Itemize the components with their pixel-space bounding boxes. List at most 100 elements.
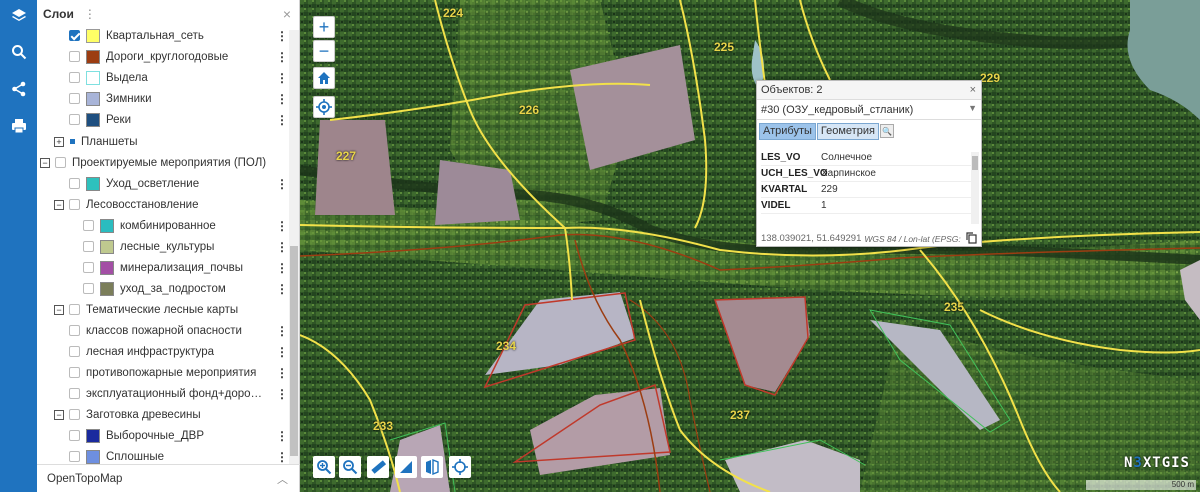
layer-menu-icon[interactable]: ⋮ [276, 240, 288, 254]
layer-checkbox[interactable] [69, 430, 80, 441]
scrollbar-thumb[interactable] [290, 246, 298, 456]
area-measure-button[interactable] [395, 456, 417, 478]
search-button[interactable] [0, 44, 37, 74]
layer-item[interactable]: Уход_осветление ⋮ [37, 173, 288, 194]
layer-menu-icon[interactable]: ⋮ [276, 29, 288, 43]
chevron-up-icon[interactable]: ︿ [277, 471, 288, 487]
layer-checkbox[interactable] [83, 220, 94, 231]
layer-menu-icon[interactable]: ⋮ [276, 177, 288, 191]
plus-icon: + [318, 17, 330, 37]
group-checkbox[interactable] [69, 304, 80, 315]
group-checkbox[interactable] [55, 157, 66, 168]
layer-checkbox[interactable] [83, 241, 94, 252]
layer-checkbox[interactable] [69, 451, 80, 462]
layer-item[interactable]: противопожарные мероприятия ⋮ [37, 362, 288, 383]
layer-menu-icon[interactable]: ⋮ [276, 387, 288, 401]
layer-item[interactable]: Квартальная_сеть ⋮ [37, 25, 288, 46]
compare-button[interactable] [421, 456, 443, 478]
layer-checkbox[interactable] [69, 114, 80, 125]
layer-group[interactable]: − Тематические лесные карты [37, 299, 288, 320]
layer-menu-icon[interactable]: ⋮ [276, 282, 288, 296]
layer-label: Реки [106, 113, 132, 126]
group-checkbox[interactable] [69, 409, 80, 420]
layer-checkbox[interactable] [69, 388, 80, 399]
layer-checkbox[interactable] [69, 178, 80, 189]
layer-checkbox[interactable] [69, 325, 80, 336]
layer-menu-icon[interactable]: ⋮ [276, 324, 288, 338]
layer-menu-icon[interactable]: ⋮ [276, 345, 288, 359]
group-checkbox[interactable] [69, 199, 80, 210]
layer-item[interactable]: классов пожарной опасности ⋮ [37, 320, 288, 341]
map-view[interactable]: 224 225 226 227 228 229 233 234 235 237 … [300, 0, 1200, 492]
zoom-in-button[interactable]: + [313, 16, 335, 38]
layer-menu-icon[interactable]: ⋮ [276, 92, 288, 106]
popup-close-icon[interactable]: × [970, 84, 976, 96]
layer-checkbox[interactable] [69, 51, 80, 62]
quarter-label: 229 [980, 71, 1001, 85]
layer-swatch [86, 449, 100, 464]
layer-menu-icon[interactable]: ⋮ [276, 366, 288, 380]
layer-menu-icon[interactable]: ⋮ [276, 261, 288, 275]
copy-icon[interactable] [966, 232, 977, 244]
layers-button[interactable] [0, 7, 37, 37]
basemap-selector[interactable]: OpenTopoMap ︿ [37, 464, 300, 492]
dropdown-arrow-icon[interactable]: ▼ [968, 103, 977, 113]
collapse-toggle-icon[interactable]: − [54, 409, 64, 420]
print-button[interactable] [0, 118, 37, 148]
layer-checkbox[interactable] [69, 93, 80, 104]
zoom-to-feature-icon[interactable]: 🔍 [879, 124, 894, 138]
layer-menu-icon[interactable]: ⋮ [276, 450, 288, 464]
layer-menu-icon[interactable]: ⋮ [276, 113, 288, 127]
target-button[interactable] [449, 456, 471, 478]
layer-item[interactable]: лесные_культуры ⋮ [37, 236, 288, 257]
layer-item[interactable]: комбинированное ⋮ [37, 215, 288, 236]
feature-select-value: #30 (ОЗУ_кедровый_стланик) [761, 103, 914, 116]
tab-geometry[interactable]: Геометрия [816, 122, 879, 140]
attribute-scrollbar[interactable] [971, 152, 979, 224]
share-button[interactable] [0, 81, 37, 111]
layer-swatch [86, 176, 100, 191]
collapse-toggle-icon[interactable]: − [40, 157, 50, 168]
collapse-toggle-icon[interactable]: − [54, 304, 64, 315]
panel-close-icon[interactable]: × [283, 6, 291, 22]
locate-button[interactable] [313, 96, 335, 118]
layer-item[interactable]: Дороги_круглогодовые ⋮ [37, 46, 288, 67]
home-button[interactable] [313, 67, 335, 89]
share-icon [11, 81, 25, 97]
layer-item[interactable]: минерализация_почвы ⋮ [37, 257, 288, 278]
ruler-button[interactable] [367, 456, 389, 478]
zoom-out-tool-button[interactable] [339, 456, 361, 478]
zoom-in-tool-button[interactable] [313, 456, 335, 478]
panel-menu-icon[interactable]: ⋮ [84, 7, 96, 21]
collapse-toggle-icon[interactable]: − [54, 199, 64, 210]
layer-menu-icon[interactable]: ⋮ [276, 219, 288, 233]
layer-item[interactable]: Сплошные ⋮ [37, 446, 288, 464]
layer-menu-icon[interactable]: ⋮ [276, 429, 288, 443]
layer-checkbox[interactable] [69, 72, 80, 83]
layer-item[interactable]: лесная инфраструктура ⋮ [37, 341, 288, 362]
layer-item[interactable]: Выборочные_ДВР ⋮ [37, 425, 288, 446]
layer-item[interactable]: эксплуатационный фонд+доро… ⋮ [37, 383, 288, 404]
layer-item[interactable]: Зимники ⋮ [37, 88, 288, 109]
layer-checkbox[interactable] [83, 262, 94, 273]
layer-menu-icon[interactable]: ⋮ [276, 71, 288, 85]
layer-menu-icon[interactable]: ⋮ [276, 50, 288, 64]
tab-attributes[interactable]: Атрибуты [759, 122, 816, 140]
layer-group[interactable]: − Заготовка древесины [37, 404, 288, 425]
feature-select[interactable]: #30 (ОЗУ_кедровый_стланик) ▼ [757, 100, 981, 120]
attribute-key: UCH_LES_VO [761, 168, 828, 179]
attribute-row: VIDEL 1 [761, 198, 971, 214]
layer-group[interactable]: − Лесовосстановление [37, 194, 288, 215]
expand-toggle-icon[interactable]: + [54, 136, 64, 147]
layers-scrollbar[interactable] [289, 30, 299, 464]
layer-checkbox[interactable] [69, 346, 80, 357]
layer-item[interactable]: Реки ⋮ [37, 109, 288, 130]
layer-checkbox[interactable] [83, 283, 94, 294]
zoom-out-button[interactable]: − [313, 40, 335, 62]
layer-checkbox[interactable] [69, 367, 80, 378]
layer-item[interactable]: уход_за_подростом ⋮ [37, 278, 288, 299]
layer-group[interactable]: − Проектируемые мероприятия (ПОЛ) [37, 152, 288, 173]
layer-checkbox[interactable] [69, 30, 80, 41]
layer-item[interactable]: Выдела ⋮ [37, 67, 288, 88]
layer-group[interactable]: + Планшеты [37, 131, 288, 152]
